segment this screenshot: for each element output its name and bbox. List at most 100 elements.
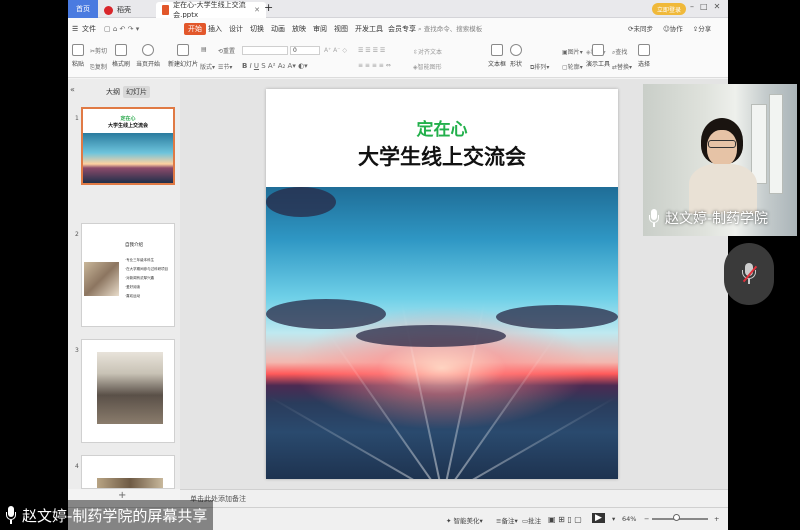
paste-label: 粘贴 xyxy=(72,61,85,68)
presentation-tool-button[interactable]: 演示工具 xyxy=(586,44,610,68)
slide-number: 4 xyxy=(75,463,79,470)
screen-share-text: 赵文婷-制药学院的屏幕共享 xyxy=(22,506,208,525)
text-box-button[interactable]: 文本框 xyxy=(488,44,506,68)
menu-animation[interactable]: 动画 xyxy=(271,23,285,35)
smart-shape-button[interactable]: ◈智能图形 xyxy=(413,62,442,71)
zoom-in-icon[interactable]: + xyxy=(714,515,719,523)
thumb3-classroom-image xyxy=(97,352,163,424)
sync-button[interactable]: ⟳未同步 xyxy=(628,23,653,33)
text-align-button[interactable]: ⇳对齐文本 xyxy=(413,47,442,56)
play-slideshow-icon[interactable]: ▶ xyxy=(592,513,605,523)
select-button[interactable]: 选择 xyxy=(638,44,650,68)
reset-button[interactable]: ⟲重置 xyxy=(218,46,235,55)
collapse-panel-icon[interactable]: « xyxy=(70,85,75,94)
cut-label: 剪切 xyxy=(95,48,108,55)
zoom-out-icon[interactable]: − xyxy=(644,515,649,523)
notes-area[interactable]: 单击此处添加备注 xyxy=(180,489,728,507)
slide-thumbnail-4[interactable] xyxy=(81,455,175,489)
sync-label: 未同步 xyxy=(633,25,653,33)
menu-member[interactable]: 会员专享 xyxy=(388,23,416,35)
sun-ray xyxy=(442,332,559,479)
cut-button[interactable]: ✂剪切 xyxy=(90,46,107,55)
reset-label: 重置 xyxy=(223,48,236,55)
tab-document-label: 定在心-大学生线上交流会.pptx xyxy=(173,1,246,19)
mute-button[interactable] xyxy=(724,243,774,305)
menu-bar: ☰ 文件 ▢ ⌂ ↶ ↷ ▾ 开始 插入 设计 切换 动画 放映 审阅 视图 开… xyxy=(68,18,728,40)
shape-button[interactable]: 形状 xyxy=(510,44,522,68)
close-window-icon[interactable]: ✕ xyxy=(714,2,727,11)
font-name-select[interactable] xyxy=(242,46,288,55)
search-icon: ⌕ xyxy=(418,25,422,33)
zoom-dropdown-icon[interactable]: ▾ xyxy=(612,515,615,523)
thumb2-portrait-image xyxy=(84,262,119,296)
start-from-current-button[interactable]: 当页开始 xyxy=(136,44,160,68)
maximize-icon[interactable]: □ xyxy=(700,2,714,11)
notes-button[interactable]: ≡备注▾ xyxy=(496,515,518,525)
hamburger-icon[interactable]: ☰ xyxy=(72,23,78,35)
menu-review[interactable]: 审阅 xyxy=(313,23,327,35)
menu-view[interactable]: 视图 xyxy=(334,23,348,35)
slide-thumbnail-1[interactable]: 定在心 大学生线上交流会 xyxy=(81,107,175,185)
login-button[interactable]: 立即登录 xyxy=(652,3,686,15)
align-icons[interactable]: ≡ ≡ ≡ ≡ ⇔ xyxy=(358,62,391,69)
sunset-sea-image[interactable] xyxy=(266,187,618,479)
zoom-slider[interactable] xyxy=(652,518,708,520)
tab-slides[interactable]: 幻灯片 xyxy=(123,86,150,98)
minimize-icon[interactable]: – xyxy=(690,2,700,11)
collab-button[interactable]: ☺协作 xyxy=(663,23,683,33)
format-painter-button[interactable]: 格式刷 xyxy=(112,44,130,68)
collab-icon: ☺ xyxy=(662,25,670,33)
arrange-button[interactable]: ⧉排列▾ xyxy=(530,62,549,72)
slide-thumbnail-2[interactable]: 自我介绍 ·专业三年级本科生 ·在大学期间参与过科研项目 ·对新闻有浓厚兴趣 ·… xyxy=(81,223,175,327)
menu-developer[interactable]: 开发工具 xyxy=(355,23,383,35)
paragraph-icons[interactable]: ☰ ☰ ☰ ☰ xyxy=(358,47,385,54)
slide-title-1[interactable]: 定在心 xyxy=(266,115,618,140)
participant-video-tile[interactable]: 赵文婷-制药学院 xyxy=(643,84,797,236)
comments-label: 批注 xyxy=(528,517,542,525)
slide-thumbnail-3[interactable] xyxy=(81,339,175,443)
menu-insert[interactable]: 插入 xyxy=(208,23,222,35)
picture-button[interactable]: ▣图片▾ xyxy=(562,47,583,56)
new-slide-button[interactable]: 新建幻灯片 xyxy=(168,44,198,68)
cloud xyxy=(356,325,506,347)
menu-design[interactable]: 设计 xyxy=(229,23,243,35)
smart-beautify-button[interactable]: ✦ 智能美化▾ xyxy=(446,515,483,525)
thumb1-sunset-image xyxy=(83,133,173,183)
tab-close-icon[interactable]: ✕ xyxy=(254,6,260,14)
replace-button[interactable]: ⇄替换▾ xyxy=(612,62,632,71)
menu-start[interactable]: 开始 xyxy=(184,23,206,35)
current-slide[interactable]: 定在心 大学生线上交流会 xyxy=(266,89,618,479)
tab-outline[interactable]: 大纲 xyxy=(106,87,120,97)
command-search[interactable]: ⌕ 查找命令、搜索模板 xyxy=(418,23,482,34)
copy-button[interactable]: ⎘复制 xyxy=(90,62,107,72)
menu-slideshow[interactable]: 放映 xyxy=(292,23,306,35)
presentation-tool-icon xyxy=(592,44,604,56)
new-tab-icon[interactable]: + xyxy=(264,1,273,14)
view-mode-icons[interactable]: ▣ ⊞ ▯ ▢ xyxy=(548,515,582,524)
menu-transition[interactable]: 切换 xyxy=(250,23,264,35)
window-controls: –□✕ xyxy=(690,2,726,11)
font-size-select[interactable]: 0 xyxy=(290,46,320,55)
tab-daoke[interactable]: 稻壳 xyxy=(98,2,153,18)
find-button[interactable]: ⌕查找 xyxy=(612,47,627,57)
section-button[interactable]: ☰节▾ xyxy=(218,62,232,71)
comments-button[interactable]: ▭批注 xyxy=(522,515,541,525)
zoom-slider-handle[interactable] xyxy=(673,514,680,521)
tab-document[interactable]: 定在心-大学生线上交流会.pptx ✕ xyxy=(156,1,266,19)
paste-button[interactable]: 粘贴 xyxy=(72,44,84,68)
share-button[interactable]: ⇪分享 xyxy=(693,23,711,33)
font-style-buttons[interactable]: B I U S A² A₂ A▾ ◐▾ xyxy=(242,62,308,70)
font-grow-shrink-icons[interactable]: A⁺ A⁻ ◇ xyxy=(324,47,347,54)
section-label: 节 xyxy=(223,64,230,71)
slide-title-2[interactable]: 大学生线上交流会 xyxy=(266,141,618,171)
zoom-level[interactable]: 64% xyxy=(622,515,636,523)
picture-label: 图片 xyxy=(567,49,580,56)
layout-button[interactable]: 版式▾ xyxy=(200,62,215,71)
text-box-label: 文本框 xyxy=(488,61,507,68)
outline-button[interactable]: ▢轮廓▾ xyxy=(562,62,583,71)
quick-access-icons[interactable]: ▢ ⌂ ↶ ↷ ▾ xyxy=(104,23,139,35)
tab-home[interactable]: 首页 xyxy=(68,0,98,18)
microphone-icon xyxy=(649,209,659,227)
menu-file[interactable]: 文件 xyxy=(82,23,96,35)
lab-cabinet xyxy=(751,104,767,184)
